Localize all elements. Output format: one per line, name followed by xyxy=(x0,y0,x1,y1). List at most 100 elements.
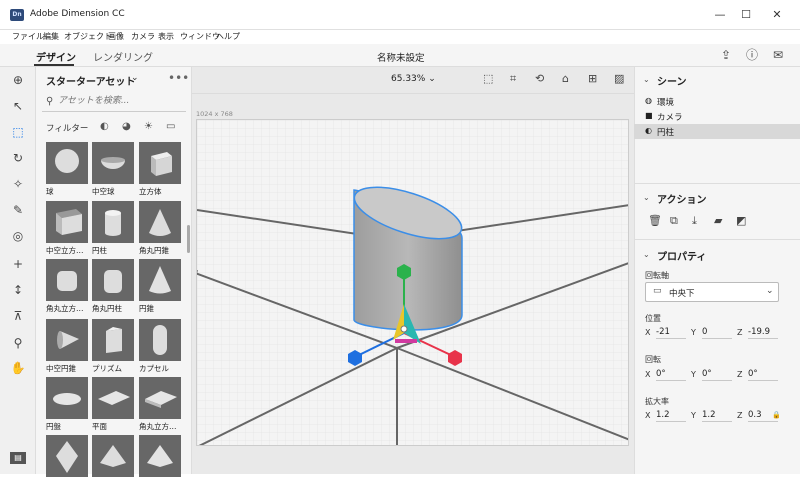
asset-item[interactable]: 球 xyxy=(46,142,88,197)
orbit-icon[interactable]: ◎ xyxy=(10,228,26,244)
scene-item[interactable]: ◐ 円柱 xyxy=(634,124,800,139)
capsule-icon xyxy=(153,325,167,355)
camera-icon[interactable]: ⌂ xyxy=(562,72,569,85)
asset-item[interactable]: 円柱 xyxy=(92,201,134,256)
position-x-field[interactable]: -21 xyxy=(656,327,686,339)
scale-x-field[interactable]: 1.2 xyxy=(656,410,686,422)
select-tool-icon[interactable]: ↖ xyxy=(10,98,26,114)
position-y-field[interactable]: 0 xyxy=(702,327,732,339)
material-filter-icon[interactable]: ◕ xyxy=(122,121,131,132)
menu-camera[interactable]: カメラ xyxy=(131,31,155,42)
position-label: 位置 xyxy=(645,314,661,323)
asset-item[interactable] xyxy=(92,435,134,479)
asset-item[interactable]: 角丸立方… xyxy=(46,259,88,314)
menu-help[interactable]: ヘルプ xyxy=(216,31,240,42)
assets-title[interactable]: スターターアセット xyxy=(46,73,135,88)
search-icon: ⚲ xyxy=(46,96,54,107)
scene-item-label: 環境 xyxy=(657,98,675,108)
scrollbar[interactable] xyxy=(187,225,190,253)
asset-item[interactable]: プリズム xyxy=(92,319,134,374)
asset-label: 球 xyxy=(46,187,54,196)
image-filter-icon[interactable]: ▭ xyxy=(166,121,175,132)
eyedropper-icon[interactable]: ✎ xyxy=(10,202,26,218)
rotate-tool-icon[interactable]: ↻ xyxy=(10,150,26,166)
prism-icon xyxy=(106,327,122,353)
rotation-x-field[interactable]: 0° xyxy=(656,369,686,381)
pivot-select[interactable]: ▭ 中央下 ⌄ xyxy=(645,282,779,302)
drop-to-ground-icon[interactable]: ⤓ xyxy=(692,214,697,228)
hollow-cone-icon xyxy=(57,331,79,349)
close-button[interactable]: ✕ xyxy=(762,4,792,26)
asset-item[interactable]: 角丸円柱 xyxy=(92,259,134,314)
asset-item[interactable]: 立方体 xyxy=(139,142,181,197)
zoom-level[interactable]: 65.33% ⌄ xyxy=(391,74,436,84)
canvas[interactable] xyxy=(196,119,629,446)
library-icon[interactable]: ▤ xyxy=(10,452,26,464)
asset-item[interactable]: 中空球 xyxy=(92,142,134,197)
camera-rotate-icon[interactable]: ⟲ xyxy=(535,72,544,85)
group-icon[interactable]: ▰ xyxy=(714,214,722,227)
rotation-y-field[interactable]: 0° xyxy=(702,369,732,381)
rotation-z-field[interactable]: 0° xyxy=(748,369,778,381)
canvas-size: 1024 x 768 xyxy=(196,110,233,118)
menu-object[interactable]: オブジェクト xyxy=(64,31,112,42)
magic-wand-icon[interactable]: ✧ xyxy=(10,176,26,192)
asset-item[interactable]: 円錐 xyxy=(139,259,181,314)
asset-thumbnail xyxy=(46,142,88,184)
tab-render[interactable]: レンダリング xyxy=(93,49,153,64)
asset-item[interactable]: 円盤 xyxy=(46,377,88,432)
actions-collapse-icon[interactable]: ⌄ xyxy=(643,193,650,202)
feedback-icon[interactable]: ✉ xyxy=(770,47,786,63)
help-icon[interactable]: ⓘ xyxy=(744,47,760,63)
maximize-button[interactable]: ☐ xyxy=(731,4,761,26)
scene-item[interactable]: ◍ 環境 xyxy=(634,94,800,109)
tab-design[interactable]: デザイン xyxy=(36,49,76,64)
camera-bookmark-icon[interactable]: ⌗ xyxy=(510,72,516,86)
asset-search-input[interactable] xyxy=(58,94,178,108)
add-icon[interactable]: ⊕ xyxy=(10,72,26,88)
align-icon[interactable]: ◩ xyxy=(736,214,746,227)
duplicate-icon[interactable]: ⧉ xyxy=(670,214,678,228)
scene-collapse-icon[interactable]: ⌄ xyxy=(643,75,650,84)
camera-add-icon[interactable]: ⊞ xyxy=(588,72,597,85)
window-title: Adobe Dimension CC xyxy=(30,9,125,19)
asset-thumbnail xyxy=(46,377,88,419)
asset-item[interactable] xyxy=(46,435,88,479)
position-z-field[interactable]: -19.9 xyxy=(748,327,778,339)
asset-thumbnail xyxy=(92,201,134,243)
menu-edit[interactable]: 編集 xyxy=(43,31,59,42)
asset-item[interactable]: 平面 xyxy=(92,377,134,432)
more-icon[interactable]: ••• xyxy=(168,71,189,85)
asset-item[interactable]: 角丸円錐 xyxy=(139,201,181,256)
menu-window[interactable]: ウィンドウ xyxy=(180,31,220,42)
menu-file[interactable]: ファイル xyxy=(12,31,44,42)
menu-image[interactable]: 画像 xyxy=(108,31,124,42)
pan-tool-icon[interactable]: + xyxy=(10,256,26,272)
asset-item[interactable]: カプセル xyxy=(139,319,181,374)
scale-y-field[interactable]: 1.2 xyxy=(702,410,732,422)
horizon-tool-icon[interactable]: ⊼ xyxy=(10,308,26,324)
chevron-down-icon[interactable]: ⌄ xyxy=(131,73,139,83)
scale-z-field[interactable]: 0.3 xyxy=(748,410,778,422)
light-filter-icon[interactable]: ☀ xyxy=(144,121,153,132)
scene-item[interactable]: ■ カメラ xyxy=(634,109,800,124)
axis-x-label: X xyxy=(645,370,651,379)
asset-item[interactable]: 中空円錐 xyxy=(46,319,88,374)
move-tool-icon[interactable]: ⬚ xyxy=(10,124,26,140)
model-filter-icon[interactable]: ◐ xyxy=(100,121,109,132)
menu-view[interactable]: 表示 xyxy=(158,31,174,42)
trash-icon[interactable]: 🗑 xyxy=(648,214,662,227)
rotation-label: 回転 xyxy=(645,355,661,364)
frame-icon[interactable]: ⬚ xyxy=(483,72,493,85)
hand-tool-icon[interactable]: ✋ xyxy=(10,360,26,376)
properties-collapse-icon[interactable]: ⌄ xyxy=(643,250,650,259)
render-preview-icon[interactable]: ▨ xyxy=(614,72,624,85)
dolly-tool-icon[interactable]: ↕ xyxy=(10,282,26,298)
app-logo: Dn xyxy=(10,9,24,21)
asset-item[interactable]: 中空立方… xyxy=(46,201,88,256)
asset-item[interactable] xyxy=(139,435,181,479)
share-icon[interactable]: ⇪ xyxy=(718,47,734,63)
zoom-tool-icon[interactable]: ⚲ xyxy=(10,335,26,351)
asset-item[interactable]: 角丸立方… xyxy=(139,377,181,432)
axis-y-label: Y xyxy=(691,411,696,420)
